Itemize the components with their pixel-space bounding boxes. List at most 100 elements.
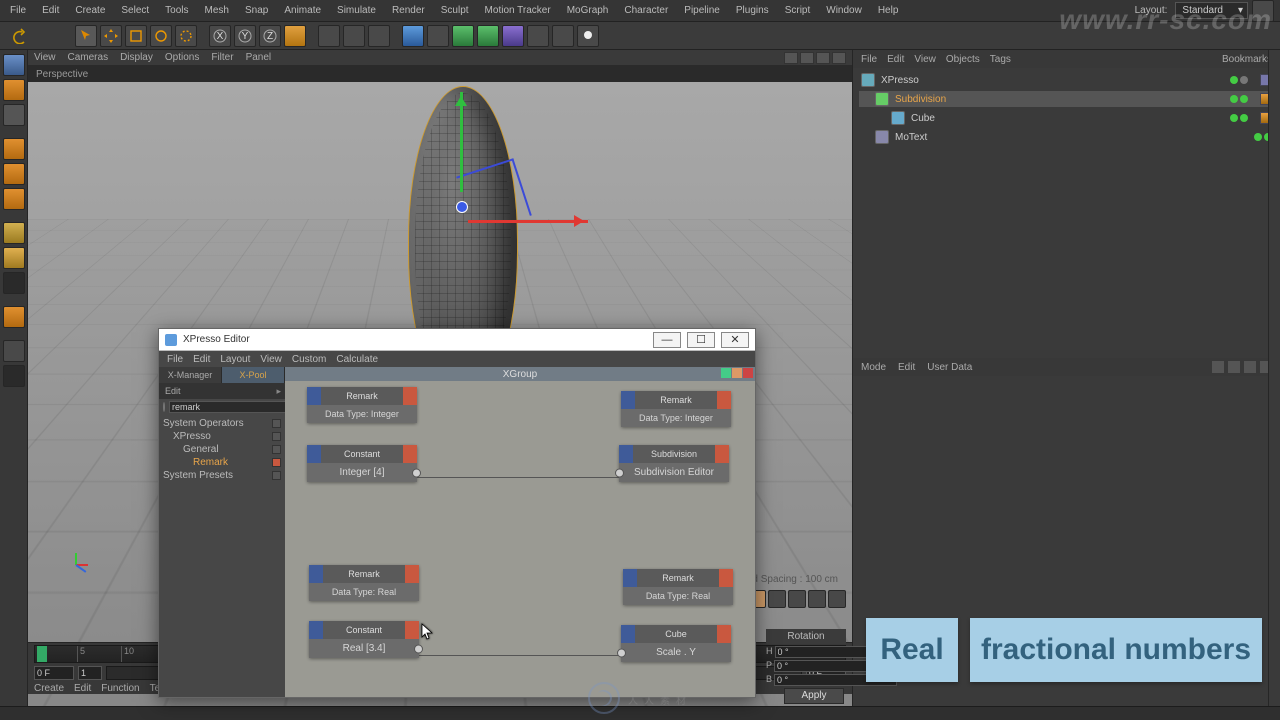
key-scale-icon[interactable] [768, 590, 786, 608]
input-port-icon[interactable] [617, 648, 626, 657]
node-remark[interactable]: Remark Data Type: Integer [621, 391, 731, 427]
node-input-port[interactable] [309, 621, 323, 639]
node-output-port[interactable] [405, 621, 419, 639]
select-tool-icon[interactable] [75, 25, 97, 47]
menu-create[interactable]: Create [71, 3, 109, 18]
tree-toggle-icon[interactable] [272, 458, 281, 467]
poly-mode-icon[interactable] [3, 188, 25, 210]
layout-extra-icon[interactable] [1252, 0, 1274, 22]
am-user-data[interactable]: User Data [927, 362, 972, 373]
om-bookmarks[interactable]: Bookmarks [1222, 54, 1272, 65]
node-output-port[interactable] [717, 625, 731, 643]
model-mode-icon[interactable] [3, 54, 25, 76]
snap-icon[interactable] [3, 272, 25, 294]
add-environment-icon[interactable] [502, 25, 524, 47]
node-input-port[interactable] [309, 565, 323, 583]
vp-zoom-icon[interactable] [800, 52, 814, 64]
node-input-port[interactable] [621, 391, 635, 409]
xg-close-icon[interactable] [743, 368, 753, 378]
tree-item-remark[interactable]: Remark [163, 456, 281, 469]
tree-toggle-icon[interactable] [272, 445, 281, 454]
rotate-tool-icon[interactable] [150, 25, 172, 47]
output-port-icon[interactable] [412, 468, 421, 477]
menu-snap[interactable]: Snap [241, 3, 272, 18]
output-port-icon[interactable] [414, 644, 423, 653]
undo-icon[interactable] [4, 25, 32, 47]
node-subdivision[interactable]: Subdivision Subdivision Editor [619, 445, 729, 482]
xp-menu-calculate[interactable]: Calculate [336, 354, 378, 365]
node-constant[interactable]: Constant Integer [4] [307, 445, 417, 482]
menu-mograph[interactable]: MoGraph [563, 3, 613, 18]
node-remark[interactable]: Remark Data Type: Integer [307, 387, 417, 423]
object-label[interactable]: MoText [895, 132, 1248, 143]
am-up-icon[interactable] [1228, 361, 1240, 373]
tree-row[interactable]: MoText [859, 129, 1274, 145]
tab-x-manager[interactable]: X-Manager [159, 367, 222, 383]
node-output-port[interactable] [715, 445, 729, 463]
menu-help[interactable]: Help [874, 3, 903, 18]
menu-file[interactable]: File [6, 3, 30, 18]
y-axis-icon[interactable]: Y [234, 25, 256, 47]
edge-mode-icon[interactable] [3, 163, 25, 185]
render-settings-icon[interactable] [343, 25, 365, 47]
menu-select[interactable]: Select [117, 3, 153, 18]
xpool-edit-menu[interactable]: Edit [159, 383, 285, 399]
node-output-port[interactable] [403, 387, 417, 405]
tree-toggle-icon[interactable] [272, 432, 281, 441]
render-queue-icon[interactable] [368, 25, 390, 47]
gizmo-origin[interactable] [456, 201, 468, 213]
mm-edit[interactable]: Edit [74, 683, 91, 694]
vp-menu-cameras[interactable]: Cameras [68, 52, 109, 63]
node-output-port[interactable] [403, 445, 417, 463]
node-constant[interactable]: Constant Real [3.4] [309, 621, 419, 658]
scale-tool-icon[interactable] [125, 25, 147, 47]
object-label[interactable]: XPresso [881, 75, 1224, 86]
menu-plugins[interactable]: Plugins [732, 3, 773, 18]
xg-opt-icon[interactable] [732, 368, 742, 378]
tree-row[interactable]: Subdivision [859, 91, 1274, 107]
node-cube[interactable]: Cube Scale . Y [621, 625, 731, 662]
xpresso-titlebar[interactable]: XPresso Editor — ☐ ✕ [159, 329, 755, 351]
vp-menu-view[interactable]: View [34, 52, 56, 63]
x-axis-icon[interactable]: X [209, 25, 231, 47]
key-param-icon[interactable] [808, 590, 826, 608]
layout-dropdown[interactable]: Standard [1175, 2, 1248, 19]
om-tags[interactable]: Tags [990, 54, 1011, 65]
node-output-port[interactable] [719, 569, 733, 587]
om-file[interactable]: File [861, 54, 877, 65]
key-rot-icon[interactable] [788, 590, 806, 608]
menu-motion-tracker[interactable]: Motion Tracker [481, 3, 555, 18]
node-input-port[interactable] [623, 569, 637, 587]
menu-script[interactable]: Script [781, 3, 815, 18]
am-back-icon[interactable] [1212, 361, 1224, 373]
close-button[interactable]: ✕ [721, 332, 749, 348]
tab-x-pool[interactable]: X-Pool [222, 367, 285, 383]
node-input-port[interactable] [621, 625, 635, 643]
node-remark[interactable]: Remark Data Type: Real [623, 569, 733, 605]
object-label[interactable]: Subdivision [895, 94, 1224, 105]
vp-orbit-icon[interactable] [816, 52, 830, 64]
move-tool-icon[interactable] [100, 25, 122, 47]
om-objects[interactable]: Objects [946, 54, 980, 65]
menu-render[interactable]: Render [388, 3, 429, 18]
xpool-search-input[interactable] [169, 401, 292, 413]
xp-menu-custom[interactable]: Custom [292, 354, 326, 365]
tree-item[interactable]: General [163, 443, 281, 456]
soft-select-icon[interactable] [3, 247, 25, 269]
vp-toggle-icon[interactable] [832, 52, 846, 64]
timeline-playhead[interactable] [37, 646, 47, 662]
add-light-icon[interactable] [552, 25, 574, 47]
input-port-icon[interactable] [615, 468, 624, 477]
apply-button[interactable]: Apply [784, 688, 844, 704]
menu-mesh[interactable]: Mesh [201, 3, 233, 18]
gizmo-y-axis[interactable] [460, 92, 463, 192]
menu-sculpt[interactable]: Sculpt [437, 3, 473, 18]
maximize-button[interactable]: ☐ [687, 332, 715, 348]
node-output-port[interactable] [405, 565, 419, 583]
node-output-port[interactable] [717, 391, 731, 409]
node-input-port[interactable] [307, 387, 321, 405]
lock-icon[interactable] [3, 365, 25, 387]
tree-row[interactable]: XPresso [859, 72, 1274, 88]
am-edit[interactable]: Edit [898, 362, 915, 373]
xp-menu-file[interactable]: File [167, 354, 183, 365]
